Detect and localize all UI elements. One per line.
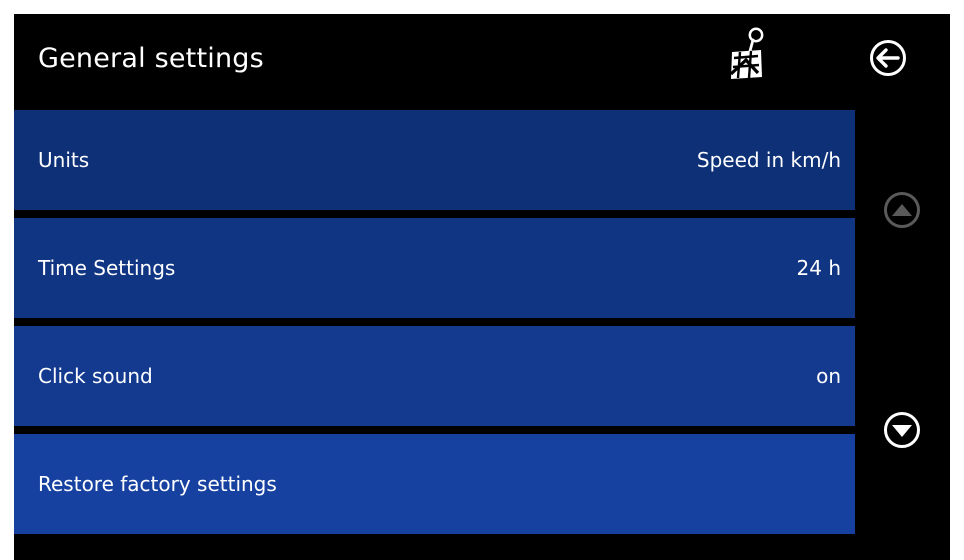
scroll-up-icon (884, 192, 920, 228)
settings-screen: General settings Units Speed in km/h Tim… (14, 14, 950, 560)
scroll-down-button[interactable] (882, 410, 922, 450)
setting-units-row[interactable]: Units Speed in km/h (14, 110, 855, 210)
scroll-up-button[interactable] (882, 190, 922, 230)
setting-units-label: Units (38, 148, 90, 172)
scroll-down-icon (884, 412, 920, 448)
setting-restore-factory-label: Restore factory settings (38, 472, 277, 496)
map-pin-icon[interactable] (724, 25, 774, 80)
setting-time-label: Time Settings (38, 256, 176, 280)
back-arrow-icon (870, 40, 906, 76)
setting-restore-factory-row[interactable]: Restore factory settings (14, 434, 855, 534)
back-button[interactable] (868, 38, 908, 78)
setting-time-row[interactable]: Time Settings 24 h (14, 218, 855, 318)
setting-time-value: 24 h (796, 256, 841, 280)
setting-click-sound-row[interactable]: Click sound on (14, 326, 855, 426)
setting-units-value: Speed in km/h (696, 148, 841, 172)
setting-click-sound-value: on (816, 364, 841, 388)
page-title: General settings (38, 43, 264, 74)
setting-click-sound-label: Click sound (38, 364, 153, 388)
